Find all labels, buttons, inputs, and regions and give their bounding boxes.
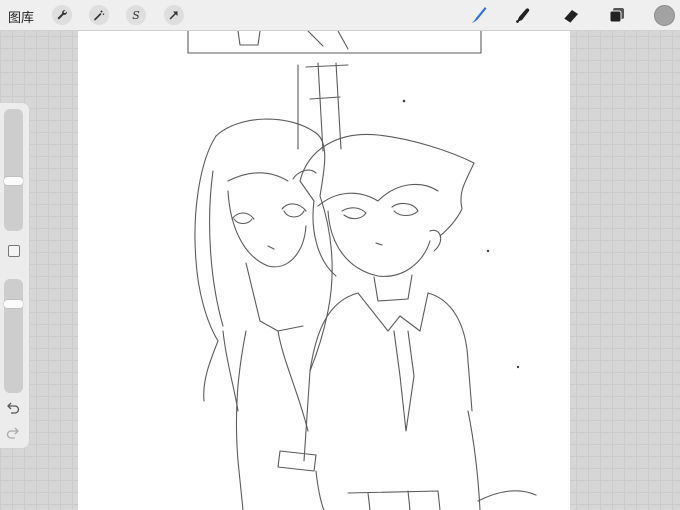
gallery-button[interactable]: 图库 (8, 7, 34, 26)
redo-icon[interactable] (5, 426, 21, 440)
transform-arrow-icon[interactable] (164, 5, 184, 25)
left-sidebar (0, 102, 30, 449)
sketch-artwork (187, 31, 537, 510)
selection-s-glyph: S (132, 9, 140, 21)
square-modify-icon[interactable] (8, 245, 20, 257)
color-swatch[interactable] (654, 5, 675, 26)
selection-s-icon[interactable]: S (126, 5, 146, 25)
wrench-icon[interactable] (52, 5, 72, 25)
brush-icon[interactable] (468, 4, 490, 26)
brush-size-thumb[interactable] (4, 177, 23, 185)
drawing-canvas[interactable] (78, 31, 570, 510)
brush-size-slider[interactable] (4, 109, 23, 231)
undo-icon[interactable] (5, 401, 21, 415)
top-toolbar: 图库 S (0, 0, 680, 31)
opacity-slider[interactable] (4, 279, 23, 393)
opacity-thumb[interactable] (4, 300, 23, 308)
layers-icon[interactable] (606, 4, 628, 26)
magic-wand-icon[interactable] (89, 5, 109, 25)
eraser-icon[interactable] (560, 4, 582, 26)
smudge-icon[interactable] (512, 4, 534, 26)
